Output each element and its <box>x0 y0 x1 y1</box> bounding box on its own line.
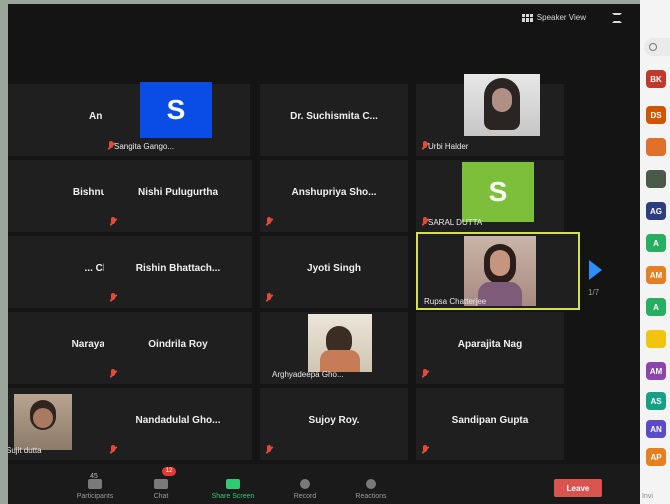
participant-list-avatar[interactable]: BK <box>646 70 666 88</box>
participant-list-avatar[interactable] <box>646 138 666 156</box>
share-screen-label: Share Screen <box>211 493 255 500</box>
muted-mic-icon <box>110 369 116 378</box>
participant-list-avatar[interactable]: AM <box>646 266 666 284</box>
reactions-label: Reactions <box>355 493 387 500</box>
muted-mic-icon <box>110 445 116 454</box>
participant-label: SARAL DUTTA <box>428 218 483 227</box>
top-bar: Speaker View <box>8 4 640 36</box>
grid-view-icon <box>521 13 533 22</box>
participant-tile[interactable]: Nishi Pulugurtha <box>104 160 252 232</box>
muted-mic-icon <box>266 217 272 226</box>
participant-name: Nandadulal Gho... <box>135 415 221 426</box>
participant-name: Anshupriya Sho... <box>291 187 377 198</box>
participant-tile[interactable]: S Sangita Gango... <box>102 82 250 156</box>
page-indicator: 1/7 <box>588 288 600 297</box>
reactions-button[interactable]: Reactions <box>344 479 398 500</box>
zoom-meeting-window: Speaker View Ananda K... S Sangita Gango… <box>8 4 640 504</box>
fullscreen-icon[interactable] <box>612 13 622 23</box>
participant-tile[interactable]: Dr. Suchismita C... <box>260 84 408 156</box>
participants-icon <box>88 479 102 489</box>
participant-tile[interactable]: Jyoti Singh <box>260 236 408 308</box>
participant-tile[interactable]: Aparajita Nag <box>416 312 564 384</box>
chat-label: Chat <box>153 493 169 500</box>
participant-name: Sandipan Gupta <box>451 415 529 426</box>
participant-list-avatar[interactable]: AS <box>646 392 666 410</box>
muted-mic-icon <box>422 445 428 454</box>
chat-button[interactable]: 12 Chat <box>134 467 188 500</box>
participant-label: Sangita Gango... <box>114 142 175 151</box>
participant-name: Sujoy Roy. <box>308 415 360 426</box>
participant-tile[interactable]: Oindrila Roy <box>104 312 252 384</box>
invite-label[interactable]: Invi <box>642 493 653 500</box>
participant-label: Urbi Halder <box>428 142 469 151</box>
participant-list-avatar[interactable]: A <box>646 298 666 316</box>
chat-icon <box>154 479 168 489</box>
participant-tile[interactable]: Rishin Bhattach... <box>104 236 252 308</box>
search-input[interactable] <box>644 38 670 56</box>
participant-video <box>308 314 372 372</box>
participant-tile[interactable]: Anshupriya Sho... <box>260 160 408 232</box>
participant-avatar: S <box>140 82 212 138</box>
participant-list-avatar[interactable]: AG <box>646 202 666 220</box>
participant-name: Aparajita Nag <box>457 339 523 350</box>
participants-label: Participants <box>76 493 114 500</box>
participants-panel: BK DS AG A AM A AM AS AN AP Invi <box>640 0 670 504</box>
participant-video <box>464 236 536 306</box>
participant-label: Rupsa Chatterjee <box>424 297 487 306</box>
speaker-view-button[interactable]: Speaker View <box>521 13 586 22</box>
participant-name: Jyoti Singh <box>307 263 361 274</box>
speaker-view-label: Speaker View <box>536 13 586 22</box>
participant-name: Nishi Pulugurtha <box>138 187 218 198</box>
participant-list-avatar[interactable] <box>646 330 666 348</box>
leave-button[interactable]: Leave <box>554 479 602 497</box>
participant-name: Oindrila Roy <box>148 339 208 350</box>
chat-badge: 12 <box>162 467 176 476</box>
participant-label: Arghyadeepa Gho... <box>272 370 344 379</box>
muted-mic-icon <box>110 293 116 302</box>
participant-avatar: S <box>462 162 534 222</box>
participant-list-avatar[interactable]: AN <box>646 420 666 438</box>
share-screen-button[interactable]: Share Screen <box>206 479 260 500</box>
participant-tile[interactable]: S SARAL DUTTA <box>416 160 564 232</box>
participant-tile[interactable]: Arghyadeepa Gho... <box>260 312 408 384</box>
reactions-icon <box>366 479 376 489</box>
search-icon <box>649 43 657 51</box>
record-icon <box>300 479 310 489</box>
participant-list-avatar[interactable]: AM <box>646 362 666 380</box>
participant-tile[interactable]: Sandipan Gupta <box>416 388 564 460</box>
participant-tile[interactable]: Nandadulal Gho... <box>104 388 252 460</box>
participant-video <box>14 394 72 450</box>
participant-list-avatar[interactable]: A <box>646 234 666 252</box>
participant-list-avatar[interactable]: AP <box>646 448 666 466</box>
record-label: Record <box>293 493 317 500</box>
muted-mic-icon <box>266 293 272 302</box>
participants-count: 45 <box>90 473 98 480</box>
meeting-toolbar: 45 Participants 12 Chat Share Screen Rec… <box>8 464 640 504</box>
participant-list-avatar[interactable]: DS <box>646 106 666 124</box>
record-button[interactable]: Record <box>278 479 332 500</box>
participant-label: Sujit dutta <box>8 446 42 455</box>
participant-list-avatar[interactable] <box>646 170 666 188</box>
participants-button[interactable]: 45 Participants <box>68 473 122 500</box>
participant-tile[interactable]: Urbi Halder <box>416 74 564 156</box>
muted-mic-icon <box>422 369 428 378</box>
participant-tile[interactable]: Sujoy Roy. <box>260 388 408 460</box>
next-page-arrow-icon[interactable] <box>589 260 602 280</box>
participant-name: Dr. Suchismita C... <box>290 111 378 122</box>
participant-name: Rishin Bhattach... <box>135 263 221 274</box>
muted-mic-icon <box>266 445 272 454</box>
muted-mic-icon <box>110 217 116 226</box>
share-screen-icon <box>226 479 240 489</box>
active-speaker-tile[interactable]: Rupsa Chatterjee <box>416 232 580 310</box>
participant-video <box>464 74 540 136</box>
